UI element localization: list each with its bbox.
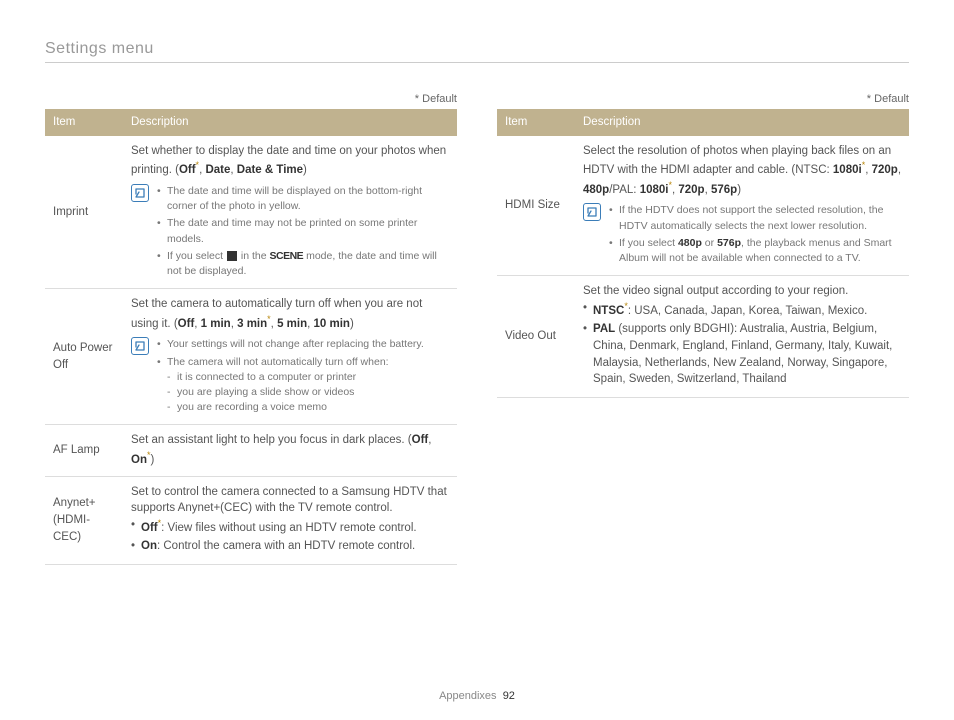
note-icon <box>131 337 149 355</box>
autopower-sub-notes: it is connected to a computer or printer… <box>167 370 424 416</box>
note-text: The date and time may not be printed on … <box>157 216 449 246</box>
autopower-note-block: Your settings will not change after repl… <box>131 337 449 417</box>
note-text: Your settings will not change after repl… <box>157 337 424 352</box>
desc-anynet: Set to control the camera connected to a… <box>123 476 457 565</box>
imprint-intro: Set whether to display the date and time… <box>131 145 446 177</box>
table-row: Auto Power Off Set the camera to automat… <box>45 289 457 425</box>
desc-hdmi: Select the resolution of photos when pla… <box>575 136 909 276</box>
anynet-intro: Set to control the camera connected to a… <box>131 484 449 517</box>
note-text: If you select 480p or 576p, the playback… <box>609 236 901 266</box>
anynet-bullets: Off*: View files without using an HDTV r… <box>131 517 449 555</box>
note-text: you are playing a slide show or videos <box>167 385 424 400</box>
autopower-intro: Set the camera to automatically turn off… <box>131 298 422 330</box>
page-title: Settings menu <box>45 40 909 63</box>
table-row: HDMI Size Select the resolution of photo… <box>497 136 909 276</box>
desc-imprint: Set whether to display the date and time… <box>123 136 457 289</box>
list-item: Off*: View files without using an HDTV r… <box>131 517 449 537</box>
note-text: If you select in the SCENE mode, the dat… <box>157 249 449 279</box>
item-aflamp: AF Lamp <box>45 425 123 476</box>
imprint-notes: The date and time will be displayed on t… <box>157 184 449 281</box>
left-column: * Default Item Description Imprint Set w… <box>45 93 457 565</box>
item-anynet: Anynet+ (HDMI-CEC) <box>45 476 123 565</box>
autopower-notes: Your settings will not change after repl… <box>157 337 424 417</box>
table-header-row: Item Description <box>45 109 457 136</box>
default-note: * Default <box>497 93 909 105</box>
item-video: Video Out <box>497 276 575 398</box>
settings-table-left: Item Description Imprint Set whether to … <box>45 109 457 565</box>
table-header-row: Item Description <box>497 109 909 136</box>
table-row: Imprint Set whether to display the date … <box>45 136 457 289</box>
note-text: The date and time will be displayed on t… <box>157 184 449 214</box>
content-columns: * Default Item Description Imprint Set w… <box>45 93 909 565</box>
note-text: it is connected to a computer or printer <box>167 370 424 385</box>
scene-mode-icon <box>227 251 237 261</box>
desc-autopower: Set the camera to automatically turn off… <box>123 289 457 425</box>
table-row: AF Lamp Set an assistant light to help y… <box>45 425 457 476</box>
header-item: Item <box>497 109 575 136</box>
hdmi-intro: Select the resolution of photos when pla… <box>583 145 901 196</box>
default-note: * Default <box>45 93 457 105</box>
note-text: If the HDTV does not support the selecte… <box>609 203 901 233</box>
list-item: PAL (supports only BDGHI): Australia, Au… <box>583 321 901 388</box>
imprint-note-block: The date and time will be displayed on t… <box>131 184 449 281</box>
settings-table-right: Item Description HDMI Size Select the re… <box>497 109 909 398</box>
list-item: On: Control the camera with an HDTV remo… <box>131 538 449 555</box>
video-intro: Set the video signal output according to… <box>583 283 901 300</box>
video-bullets: NTSC*: USA, Canada, Japan, Korea, Taiwan… <box>583 300 901 388</box>
footer-section: Appendixes <box>439 690 497 702</box>
note-icon <box>131 184 149 202</box>
table-row: Anynet+ (HDMI-CEC) Set to control the ca… <box>45 476 457 565</box>
note-text: you are recording a voice memo <box>167 400 424 415</box>
list-item: NTSC*: USA, Canada, Japan, Korea, Taiwan… <box>583 300 901 320</box>
right-column: * Default Item Description HDMI Size Sel… <box>497 93 909 565</box>
desc-video: Set the video signal output according to… <box>575 276 909 398</box>
footer-page-number: 92 <box>503 690 515 702</box>
hdmi-notes: If the HDTV does not support the selecte… <box>609 203 901 268</box>
header-description: Description <box>123 109 457 136</box>
header-item: Item <box>45 109 123 136</box>
table-row: Video Out Set the video signal output ac… <box>497 276 909 398</box>
item-imprint: Imprint <box>45 136 123 289</box>
note-text: The camera will not automatically turn o… <box>157 355 424 416</box>
desc-aflamp: Set an assistant light to help you focus… <box>123 425 457 476</box>
header-description: Description <box>575 109 909 136</box>
page-footer: Appendixes 92 <box>0 690 954 702</box>
item-autopower: Auto Power Off <box>45 289 123 425</box>
hdmi-note-block: If the HDTV does not support the selecte… <box>583 203 901 268</box>
item-hdmi: HDMI Size <box>497 136 575 276</box>
note-icon <box>583 203 601 221</box>
